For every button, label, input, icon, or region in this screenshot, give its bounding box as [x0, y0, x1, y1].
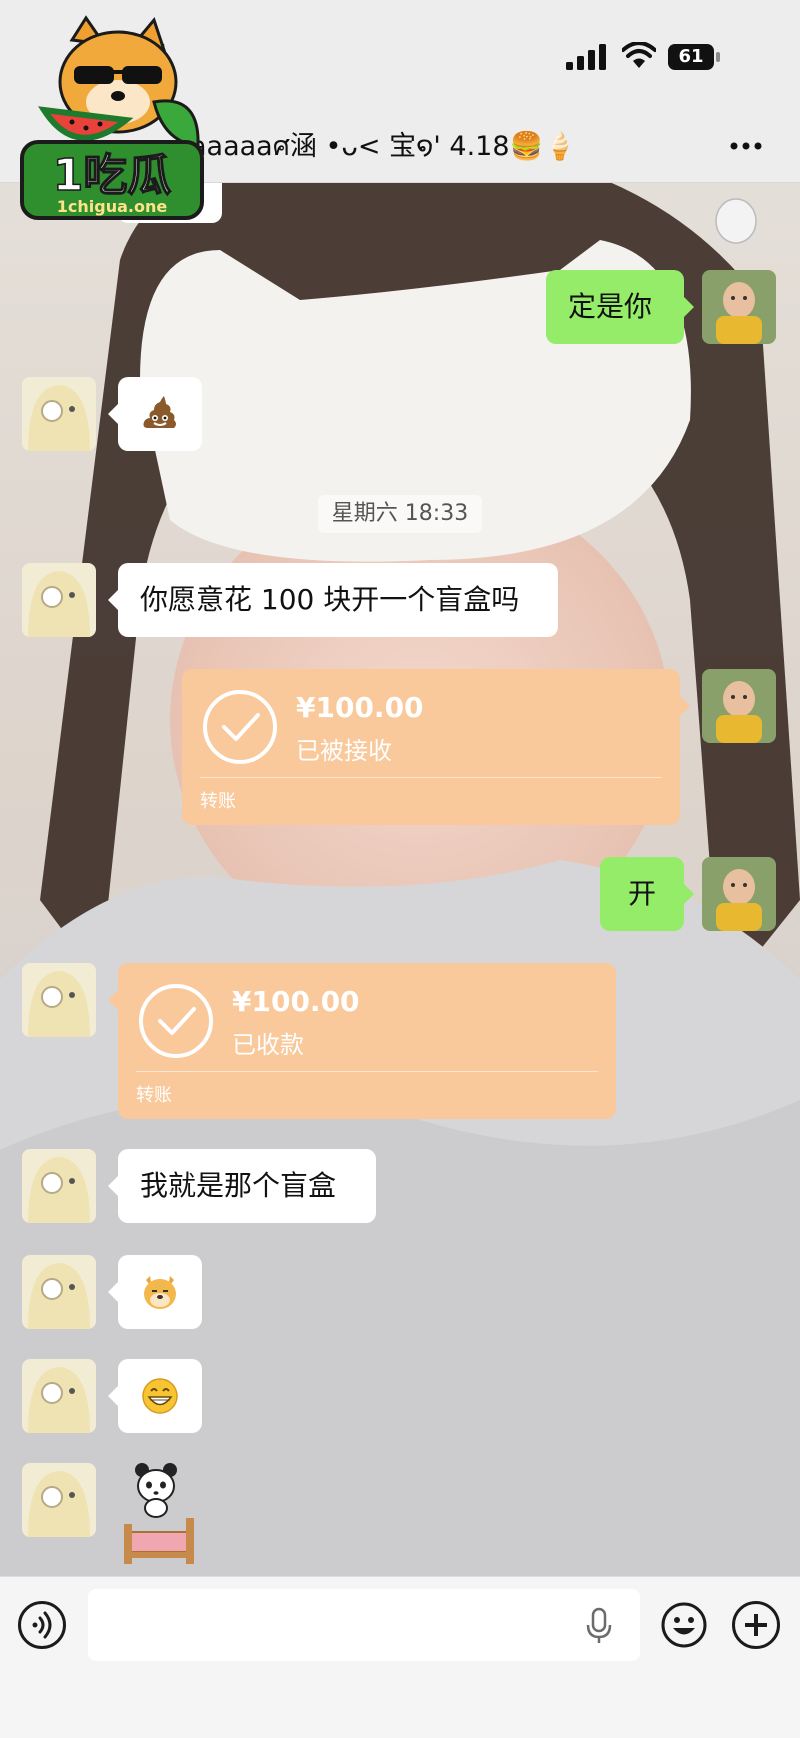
- transfer-kind: 转账: [136, 1085, 172, 1106]
- voice-icon: [32, 1611, 52, 1639]
- more-actions-button[interactable]: [732, 1601, 780, 1649]
- transfer-kind: 转账: [200, 791, 236, 812]
- panda-bed-sticker-art: [124, 1463, 194, 1564]
- watermark-url: 1chigua.one: [57, 197, 168, 216]
- check-circle-icon: [203, 690, 277, 764]
- message-text: 定是你: [568, 290, 653, 323]
- transfer-divider: [200, 777, 662, 778]
- avatar-contact[interactable]: [22, 377, 96, 451]
- sticker-bubble[interactable]: [108, 1359, 202, 1433]
- poop-emoji-icon: [143, 396, 176, 428]
- emoji-picker-icon[interactable]: [660, 1601, 708, 1649]
- cellular-signal-icon: [566, 44, 606, 70]
- transfer-amount: ¥100.00: [232, 985, 360, 1018]
- message-text: 你愿意花 100 块开一个盲盒吗: [140, 583, 520, 616]
- message-bubble-incoming[interactable]: 我就是那个盲盒: [108, 1149, 376, 1223]
- chat-title: aaaaaศ涵 •ᴗ< 宝໑' 4.18🍔🍦: [190, 131, 577, 162]
- avatar-partial: [715, 198, 757, 244]
- avatar-contact[interactable]: [22, 1359, 96, 1433]
- check-circle-icon: [139, 984, 213, 1058]
- avatar-self[interactable]: [702, 270, 776, 344]
- transfer-card-incoming[interactable]: ¥100.00 已收款 转账: [108, 963, 616, 1119]
- transfer-card-outgoing[interactable]: ¥100.00 已被接收 转账: [182, 669, 690, 825]
- message-text: 我就是那个盲盒: [140, 1169, 337, 1202]
- message-list[interactable]: 刀 定是你 星期六 18:33: [0, 159, 800, 1576]
- message-bubble-incoming[interactable]: 你愿意花 100 块开一个盲盒吗: [108, 563, 558, 637]
- transfer-amount: ¥100.00: [296, 691, 424, 724]
- chat-screen: 4 61 aaaaaศ涵 •ᴗ< 宝໑' 4.18🍔🍦: [0, 0, 800, 1738]
- sticker-bubble[interactable]: [108, 1255, 202, 1329]
- microphone-icon[interactable]: [586, 1607, 612, 1645]
- watermark-brand: 1吃瓜: [53, 150, 172, 201]
- transfer-status: 已被接收: [296, 737, 392, 765]
- battery-indicator: 61: [668, 44, 720, 70]
- transfer-divider: [136, 1071, 598, 1072]
- message-bubble-outgoing[interactable]: 开: [600, 857, 694, 931]
- transfer-status: 已收款: [232, 1031, 304, 1059]
- sticker-bubble[interactable]: [108, 377, 202, 451]
- avatar-self[interactable]: [702, 857, 776, 931]
- battery-level: 61: [668, 44, 714, 70]
- avatar-contact[interactable]: [22, 563, 96, 637]
- message-input-bar: [0, 1576, 800, 1738]
- doge-emoji-icon: [144, 1276, 176, 1309]
- message-text: 开: [627, 877, 656, 910]
- avatar-contact[interactable]: [22, 1463, 96, 1537]
- avatar-self[interactable]: [702, 669, 776, 743]
- grin-emoji-icon: [142, 1378, 178, 1414]
- more-options-icon[interactable]: [726, 128, 766, 164]
- avatar-contact[interactable]: [22, 963, 96, 1037]
- wifi-icon: [622, 42, 656, 68]
- watermark-logo-art: 1吃瓜 1chigua.one: [20, 15, 204, 220]
- avatar-contact[interactable]: [22, 1149, 96, 1223]
- watermark-logo: 1吃瓜 1chigua.one: [14, 10, 210, 230]
- avatar-contact[interactable]: [22, 1255, 96, 1329]
- voice-mode-button[interactable]: [18, 1601, 66, 1649]
- message-timestamp: 星期六 18:33: [318, 495, 482, 533]
- message-input[interactable]: [88, 1589, 640, 1661]
- message-bubble-outgoing[interactable]: 定是你: [546, 270, 694, 344]
- panda-bed-sticker[interactable]: [120, 1460, 200, 1572]
- battery-cap: [716, 52, 720, 62]
